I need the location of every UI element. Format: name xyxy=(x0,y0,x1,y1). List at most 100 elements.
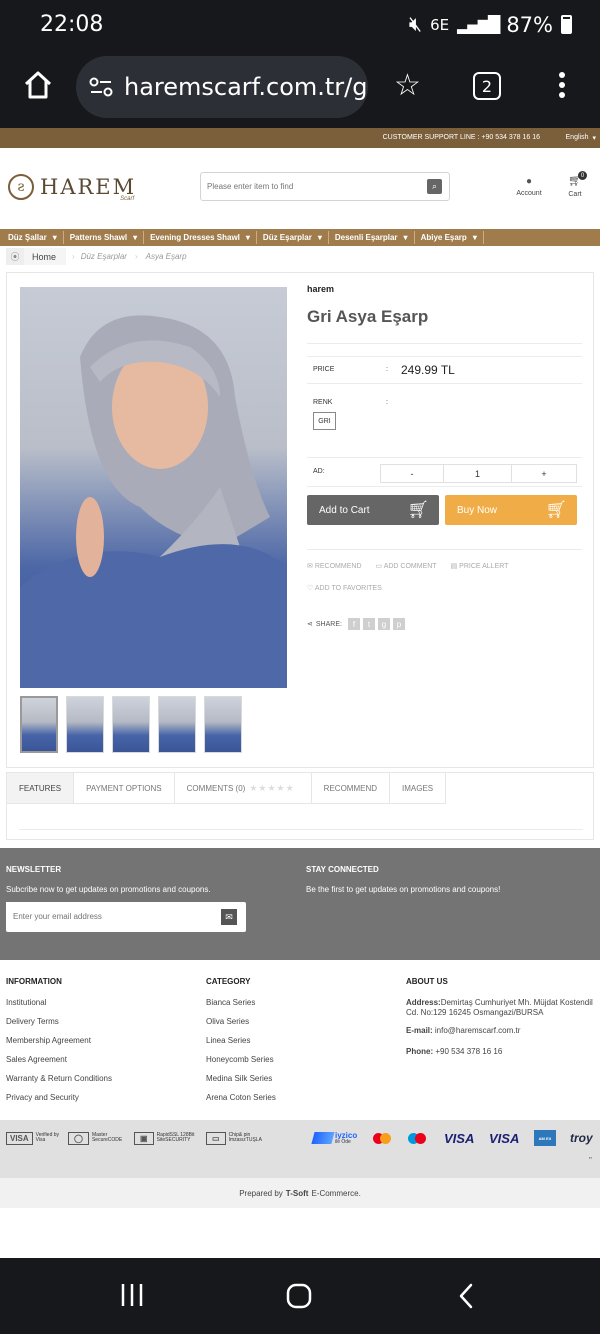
add-comment-link[interactable]: ▭ ADD COMMENT xyxy=(376,562,437,570)
language-label: English xyxy=(565,134,589,141)
bookmark-star-icon[interactable]: ☆ xyxy=(394,68,421,103)
rapidssl-badge: ▣ RapidSSL 128Bit SiteSECURITY xyxy=(134,1130,195,1146)
quantity-decrease-button[interactable]: - xyxy=(380,464,444,483)
twitter-icon[interactable]: t xyxy=(362,618,375,630)
footer-link[interactable]: Privacy and Security xyxy=(6,1093,112,1102)
tsoft-link[interactable]: T-Soft xyxy=(286,1189,309,1198)
product-thumbnail[interactable] xyxy=(158,696,196,753)
facebook-icon[interactable]: f xyxy=(347,618,360,630)
pinterest-icon[interactable]: p xyxy=(392,618,405,630)
quantity-label: AD: xyxy=(313,468,325,475)
buy-now-button[interactable]: Buy Now 🛒︎ xyxy=(445,495,577,525)
product-thumbnail[interactable] xyxy=(66,696,104,753)
price-alert-link[interactable]: ▤ PRICE ALLERT xyxy=(451,562,509,570)
bell-icon: ▤ xyxy=(450,563,458,570)
more-menu-icon[interactable] xyxy=(555,70,569,100)
footer-link[interactable]: Oliva Series xyxy=(206,1017,276,1026)
cart-link[interactable]: 🛒︎ 0 Cart xyxy=(563,171,587,198)
footer-link[interactable]: Arena Coton Series xyxy=(206,1093,276,1102)
account-link[interactable]: ● Account xyxy=(513,176,545,197)
nav-item-duz-esarplar[interactable]: Düz Eşarplar ▾ xyxy=(257,231,329,244)
tab-comments-label: COMMENTS (0) xyxy=(186,783,246,793)
signal-icon: ▂▄▆█ xyxy=(457,15,500,34)
tab-features[interactable]: FEATURES xyxy=(7,773,75,804)
newsletter-text: Subcribe now to get updates on promotion… xyxy=(6,885,211,894)
footer-about: ABOUT US Address:Demirtaş Cumhuriyet Mh.… xyxy=(406,977,594,1056)
footer-link[interactable]: Institutional xyxy=(6,998,112,1007)
tab-payment-options[interactable]: PAYMENT OPTIONS xyxy=(74,773,175,804)
search-box: ⌕ xyxy=(200,172,450,201)
site-settings-icon[interactable] xyxy=(88,75,114,99)
heart-icon: ♡ xyxy=(307,585,314,592)
breadcrumb-home[interactable]: Home xyxy=(24,248,67,265)
chip-pin-badge: ▭ Chip& pin ImzasızTUŞLA xyxy=(206,1130,262,1146)
recommend-link[interactable]: ✉ RECOMMEND xyxy=(307,562,362,570)
price-label: PRICE xyxy=(313,366,335,373)
breadcrumb-level1[interactable]: Düz Eşarplar xyxy=(81,252,127,261)
address-bar[interactable]: haremscarf.com.tr/g xyxy=(76,56,368,118)
footer-link[interactable]: Medina Silk Series xyxy=(206,1074,276,1083)
quantity-input[interactable]: 1 xyxy=(444,464,511,483)
search-input[interactable] xyxy=(201,173,421,200)
phone-value[interactable]: +90 534 378 16 16 xyxy=(435,1047,502,1056)
browser-toolbar: haremscarf.com.tr/g ☆ 2 xyxy=(0,52,600,128)
footer-phone: Phone: +90 534 378 16 16 xyxy=(406,1047,594,1056)
recent-apps-icon[interactable] xyxy=(119,1282,145,1308)
footer-heading: ABOUT US xyxy=(406,977,448,986)
address-label: Address: xyxy=(406,998,441,1007)
back-icon[interactable] xyxy=(456,1282,476,1310)
tab-comments[interactable]: COMMENTS (0) ★★★★★ xyxy=(174,773,312,804)
footer-address: Address:Demirtaş Cumhuriyet Mh. Müjdat K… xyxy=(406,998,594,1017)
tab-switcher-button[interactable]: 2 xyxy=(473,72,501,100)
product-thumbnail[interactable] xyxy=(20,696,58,753)
home-icon[interactable] xyxy=(22,69,54,101)
nav-item-abiye-esarp[interactable]: Abiye Eşarp ▾ xyxy=(415,231,484,244)
status-bar: 22:08 🔇︎ 6E ▂▄▆█ 87% xyxy=(0,0,600,52)
payment-strip: VISA Verified by Visa ◯ Master SecureCOD… xyxy=(0,1120,600,1178)
tab-images[interactable]: IMAGES xyxy=(390,773,447,804)
site-logo[interactable]: ƨ HAREM Scarf xyxy=(8,174,136,202)
footer-link[interactable]: Delivery Terms xyxy=(6,1017,112,1026)
language-select[interactable]: English ▾ xyxy=(566,134,596,142)
quantity-increase-button[interactable]: + xyxy=(511,464,577,483)
product-thumbnail[interactable] xyxy=(204,696,242,753)
android-nav-bar xyxy=(0,1258,600,1334)
product-main-image[interactable] xyxy=(20,287,287,688)
product-thumbnail[interactable] xyxy=(112,696,150,753)
nav-label: Evening Dresses Shawl xyxy=(150,233,240,242)
footer-link[interactable]: Honeycomb Series xyxy=(206,1055,276,1064)
cart-icon: 🛒︎ 0 xyxy=(563,171,587,187)
footer-link[interactable]: Sales Agreement xyxy=(6,1055,112,1064)
google-plus-icon[interactable]: g xyxy=(377,618,390,630)
wifi-icon: 6E xyxy=(430,16,449,34)
cart-icon: 🛒︎ xyxy=(407,500,429,519)
add-to-cart-button[interactable]: Add to Cart 🛒︎ xyxy=(307,495,439,525)
home-nav-icon[interactable] xyxy=(285,1282,313,1310)
footer-heading: CATEGORY xyxy=(206,977,251,986)
nav-item-patterns-shawl[interactable]: Patterns Shawl ▾ xyxy=(64,231,145,244)
footer-link[interactable]: Warranty & Return Conditions xyxy=(6,1074,112,1083)
chevron-down-icon: ▾ xyxy=(317,233,322,242)
subscribe-envelope-icon[interactable]: ✉ xyxy=(221,909,237,925)
footer-link[interactable]: Membership Agreement xyxy=(6,1036,112,1045)
verified-by-visa-badge: VISA Verified by Visa xyxy=(6,1130,66,1146)
add-to-favorites-link[interactable]: ♡ ADD TO FAVORITES xyxy=(307,584,382,592)
category-nav: Düz Şallar ▾ Patterns Shawl ▾ Evening Dres… xyxy=(0,229,600,246)
email-value[interactable]: info@haremscarf.com.tr xyxy=(435,1026,520,1035)
tab-recommend[interactable]: RECOMMEND xyxy=(311,773,391,804)
badge-logo: VISA xyxy=(6,1131,33,1145)
footer-link[interactable]: Linea Series xyxy=(206,1036,276,1045)
search-icon[interactable]: ⌕ xyxy=(427,179,442,194)
product-detail: harem Gri Asya Eşarp PRICE : 249.99 TL R… xyxy=(6,272,594,768)
nav-label: Düz Şallar xyxy=(8,233,47,242)
buy-now-label: Buy Now xyxy=(457,504,498,516)
mute-icon: 🔇︎ xyxy=(408,12,423,36)
email-field[interactable] xyxy=(6,902,206,930)
color-option-gri[interactable]: GRI xyxy=(313,412,336,430)
nav-item-desenli-esarplar[interactable]: Desenli Eşarplar ▾ xyxy=(329,231,415,244)
logo-mark-icon: ƨ xyxy=(8,174,34,200)
footer-link[interactable]: Bianca Series xyxy=(206,998,276,1007)
nav-item-duz-sallar[interactable]: Düz Şallar ▾ xyxy=(2,231,64,244)
nav-item-evening-dresses-shawl[interactable]: Evening Dresses Shawl ▾ xyxy=(144,231,257,244)
product-brand[interactable]: harem xyxy=(307,284,334,294)
